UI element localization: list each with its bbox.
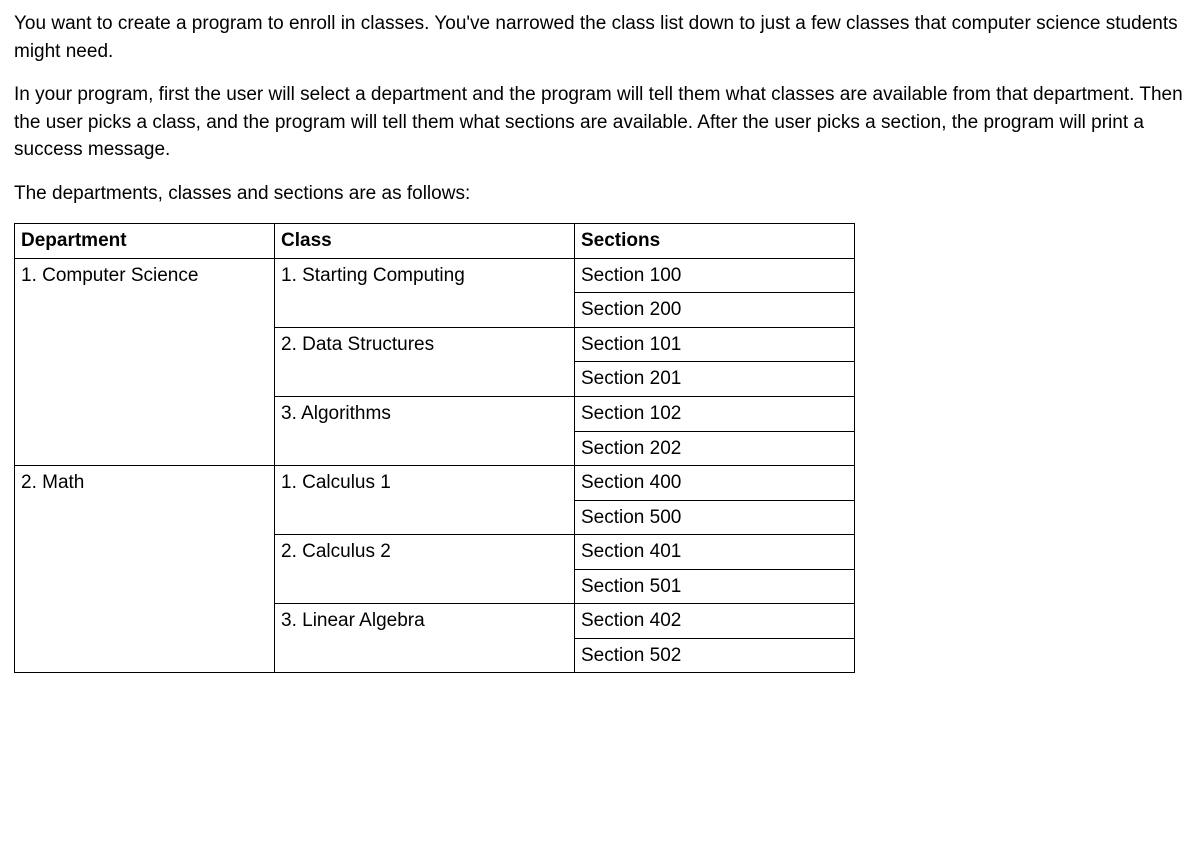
header-department: Department xyxy=(15,224,275,259)
cell-section: Section 101 xyxy=(575,327,855,362)
class-table: Department Class Sections 1. Computer Sc… xyxy=(14,223,855,673)
cell-section: Section 402 xyxy=(575,604,855,639)
cell-department: 1. Computer Science xyxy=(15,258,275,465)
cell-class: 2. Data Structures xyxy=(275,327,575,396)
cell-class: 3. Algorithms xyxy=(275,397,575,466)
header-class: Class xyxy=(275,224,575,259)
cell-section: Section 401 xyxy=(575,535,855,570)
cell-class: 1. Calculus 1 xyxy=(275,466,575,535)
cell-section: Section 100 xyxy=(575,258,855,293)
intro-paragraph-2: In your program, first the user will sel… xyxy=(14,81,1186,164)
cell-section: Section 102 xyxy=(575,397,855,432)
table-row: 1. Computer Science 1. Starting Computin… xyxy=(15,258,855,293)
cell-section: Section 500 xyxy=(575,500,855,535)
cell-section: Section 201 xyxy=(575,362,855,397)
cell-department: 2. Math xyxy=(15,466,275,673)
cell-section: Section 502 xyxy=(575,638,855,673)
cell-section: Section 400 xyxy=(575,466,855,501)
cell-class: 2. Calculus 2 xyxy=(275,535,575,604)
cell-section: Section 501 xyxy=(575,569,855,604)
table-row: 2. Math 1. Calculus 1 Section 400 xyxy=(15,466,855,501)
cell-section: Section 202 xyxy=(575,431,855,466)
cell-section: Section 200 xyxy=(575,293,855,328)
cell-class: 1. Starting Computing xyxy=(275,258,575,327)
header-sections: Sections xyxy=(575,224,855,259)
table-header-row: Department Class Sections xyxy=(15,224,855,259)
intro-paragraph-3: The departments, classes and sections ar… xyxy=(14,180,1186,208)
cell-class: 3. Linear Algebra xyxy=(275,604,575,673)
intro-paragraph-1: You want to create a program to enroll i… xyxy=(14,10,1186,65)
